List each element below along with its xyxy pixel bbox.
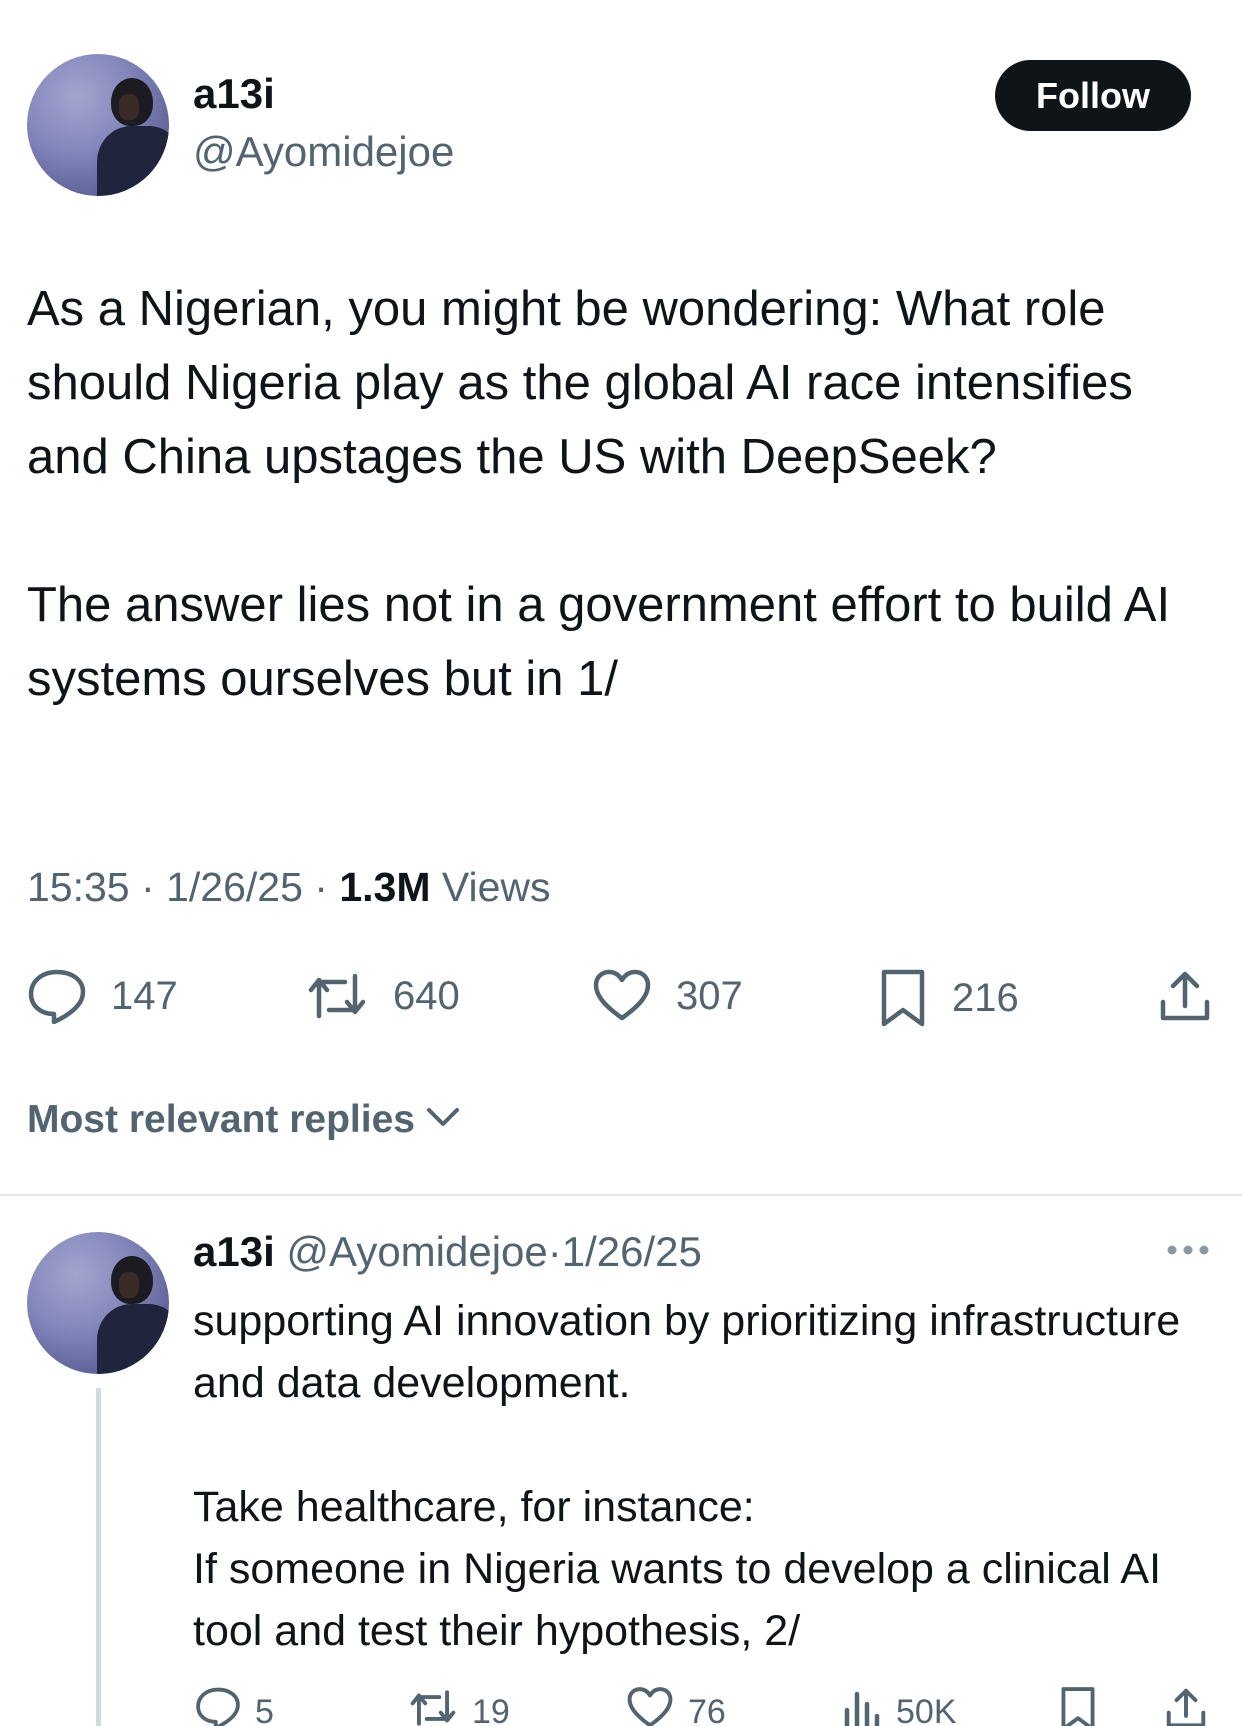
reply-body: supporting AI innovation by prioritizing… [193,1290,1213,1662]
reply-like-button[interactable]: 76 [626,1686,726,1726]
reply-paragraph-2: Take healthcare, for instance: If someon… [193,1483,1162,1655]
avatar-figure-face [119,1272,139,1298]
avatar-figure-body [97,1304,169,1374]
reply-icon [27,968,87,1024]
reply-meta-separator: · [547,1228,562,1275]
bookmark-button[interactable]: 216 [878,968,1019,1028]
tweet-date[interactable]: 1/26/25 [166,864,303,910]
share-icon [1164,1686,1208,1726]
follow-button[interactable]: Follow [995,60,1191,131]
reply-paragraph-1: supporting AI innovation by prioritizing… [193,1297,1181,1407]
reply-button[interactable]: 147 [27,968,178,1024]
meta-separator: · [314,864,328,910]
repost-icon [305,968,369,1024]
reply-views-button[interactable]: 50K [842,1686,957,1726]
reply-author-name[interactable]: a13i [193,1228,275,1275]
bookmark-icon [1058,1686,1098,1726]
like-button[interactable]: 307 [592,968,743,1024]
reply-bookmark-button[interactable] [1058,1686,1098,1726]
tweet-paragraph-2: The answer lies not in a government effo… [27,578,1171,706]
views-label[interactable]: Views [442,864,551,910]
bookmark-icon [878,968,928,1028]
bookmark-count: 216 [952,975,1019,1020]
tweet-meta: 15:35 · 1/26/25 · 1.3M Views [27,864,551,911]
reply-icon [195,1686,241,1726]
views-count[interactable]: 1.3M [339,864,430,910]
like-count: 307 [676,973,743,1018]
repost-button[interactable]: 640 [305,968,460,1024]
author-avatar[interactable] [27,54,169,196]
thread-line [96,1388,101,1726]
more-icon[interactable] [1165,1240,1211,1265]
avatar-figure-face [119,94,139,120]
author-name[interactable]: a13i [193,70,275,118]
avatar-figure-body [97,126,169,196]
author-handle[interactable]: @Ayomidejoe [193,128,454,176]
like-icon [592,968,652,1024]
reply-reply-count: 5 [255,1693,274,1726]
reply-header: a13i @Ayomidejoe·1/26/25 [193,1228,702,1276]
reply-reply-button[interactable]: 5 [195,1686,274,1726]
reply-repost-count: 19 [472,1693,510,1726]
like-icon [626,1686,674,1726]
reply-author-handle[interactable]: @Ayomidejoe [286,1228,547,1275]
share-button[interactable] [1157,968,1213,1024]
replies-sort-dropdown[interactable]: Most relevant replies [27,1098,463,1142]
section-divider [0,1194,1242,1196]
meta-separator: · [141,864,155,910]
tweet-paragraph-1: As a Nigerian, you might be wondering: W… [27,282,1133,484]
reply-author-avatar[interactable] [27,1232,169,1374]
reply-repost-button[interactable]: 19 [408,1686,510,1726]
views-icon [842,1686,882,1726]
replies-sort-label: Most relevant replies [27,1098,415,1141]
reply-like-count: 76 [688,1693,726,1726]
tweet-time[interactable]: 15:35 [27,864,130,910]
chevron-down-icon [415,1098,463,1142]
tweet-body: As a Nigerian, you might be wondering: W… [27,272,1222,716]
reply-date[interactable]: 1/26/25 [562,1228,702,1275]
reply-share-button[interactable] [1164,1686,1208,1726]
repost-icon [408,1686,458,1726]
repost-count: 640 [393,973,460,1018]
reply-views-count: 50K [896,1693,957,1726]
share-icon [1157,968,1213,1024]
reply-count: 147 [111,973,178,1018]
